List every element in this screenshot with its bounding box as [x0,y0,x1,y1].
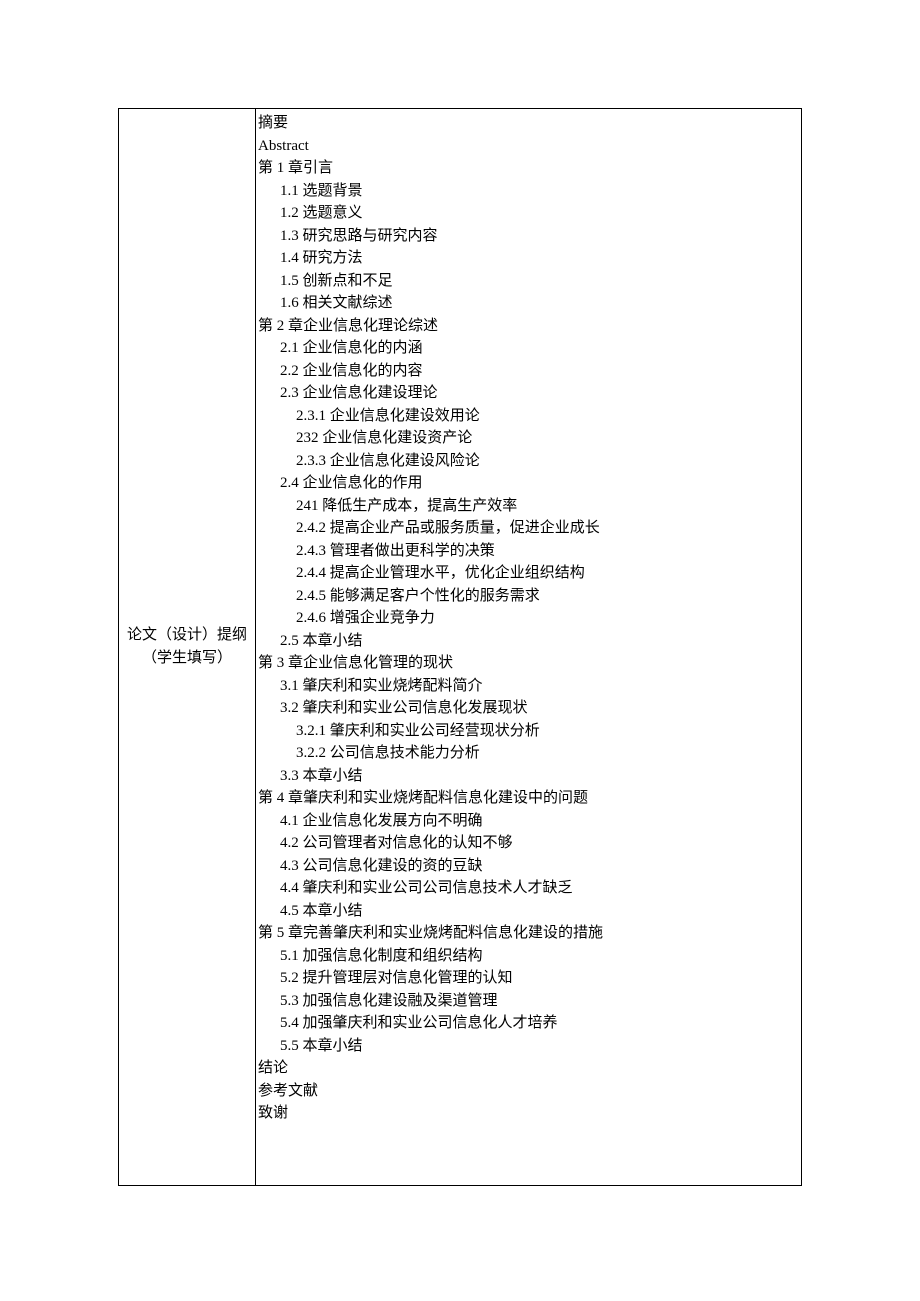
outline-entry: 3.3 本章小结 [258,765,799,788]
outline-entry: 1.3 研究思路与研究内容 [258,225,799,248]
outline-entry: 2.4.2 提高企业产品或服务质量，促进企业成长 [258,517,799,540]
row-label-cell: 论文（设计）提纲 （学生填写） [119,109,256,1186]
outline-entry: 3.2.1 肇庆利和实业公司经营现状分析 [258,720,799,743]
outline-content-cell: 摘要Abstract第 1 章引言1.1 选题背景1.2 选题意义1.3 研究思… [256,109,802,1186]
outline-entry: 结论 [258,1057,799,1080]
outline-entry: 第 5 章完善肇庆利和实业烧烤配料信息化建设的措施 [258,922,799,945]
outline-entry: 241 降低生产成本，提高生产效率 [258,495,799,518]
outline-entry: 第 3 章企业信息化管理的现状 [258,652,799,675]
outline-entry: 2.2 企业信息化的内容 [258,360,799,383]
outline-entry: 2.4.4 提高企业管理水平，优化企业组织结构 [258,562,799,585]
outline-entry: 第 2 章企业信息化理论综述 [258,315,799,338]
outline-entry: 2.3 企业信息化建设理论 [258,382,799,405]
outline-entry: 2.5 本章小结 [258,630,799,653]
outline-entry: 4.4 肇庆利和实业公司公司信息技术人才缺乏 [258,877,799,900]
table-row: 论文（设计）提纲 （学生填写） 摘要Abstract第 1 章引言1.1 选题背… [119,109,802,1186]
outline-entry: 第 4 章肇庆利和实业烧烤配料信息化建设中的问题 [258,787,799,810]
label-line-1: 论文（设计）提纲 [119,624,255,647]
outline-entry: 3.1 肇庆利和实业烧烤配料简介 [258,675,799,698]
outline-entry: 4.3 公司信息化建设的资的豆缺 [258,855,799,878]
outline-entry: 2.4.3 管理者做出更科学的决策 [258,540,799,563]
outline-entry: 1.2 选题意义 [258,202,799,225]
outline-entry: 232 企业信息化建设资产论 [258,427,799,450]
outline-entry: 2.3.1 企业信息化建设效用论 [258,405,799,428]
outline-entry: 1.6 相关文献综述 [258,292,799,315]
outline-entry: 摘要 [258,112,799,135]
outline-entry: 2.1 企业信息化的内涵 [258,337,799,360]
outline-entry: 2.3.3 企业信息化建设风险论 [258,450,799,473]
outline-entry: 5.3 加强信息化建设融及渠道管理 [258,990,799,1013]
outline-entry: 致谢 [258,1102,799,1125]
outline-entry: 5.4 加强肇庆利和实业公司信息化人才培养 [258,1012,799,1035]
outline-entry: Abstract [258,135,799,158]
outline-entry: 3.2.2 公司信息技术能力分析 [258,742,799,765]
outline-entry: 1.4 研究方法 [258,247,799,270]
outline-entry: 5.5 本章小结 [258,1035,799,1058]
outline-entry: 1.5 创新点和不足 [258,270,799,293]
outline-list: 摘要Abstract第 1 章引言1.1 选题背景1.2 选题意义1.3 研究思… [258,112,799,1125]
outline-entry: 4.2 公司管理者对信息化的认知不够 [258,832,799,855]
outline-entry: 1.1 选题背景 [258,180,799,203]
outline-table: 论文（设计）提纲 （学生填写） 摘要Abstract第 1 章引言1.1 选题背… [118,108,802,1186]
outline-entry: 参考文献 [258,1080,799,1103]
outline-entry: 5.2 提升管理层对信息化管理的认知 [258,967,799,990]
outline-entry: 3.2 肇庆利和实业公司信息化发展现状 [258,697,799,720]
outline-entry: 4.5 本章小结 [258,900,799,923]
outline-entry: 第 1 章引言 [258,157,799,180]
outline-entry: 2.4.5 能够满足客户个性化的服务需求 [258,585,799,608]
outline-entry: 5.1 加强信息化制度和组织结构 [258,945,799,968]
outline-entry: 4.1 企业信息化发展方向不明确 [258,810,799,833]
outline-entry: 2.4 企业信息化的作用 [258,472,799,495]
outline-entry: 2.4.6 增强企业竞争力 [258,607,799,630]
label-line-2: （学生填写） [119,647,255,670]
